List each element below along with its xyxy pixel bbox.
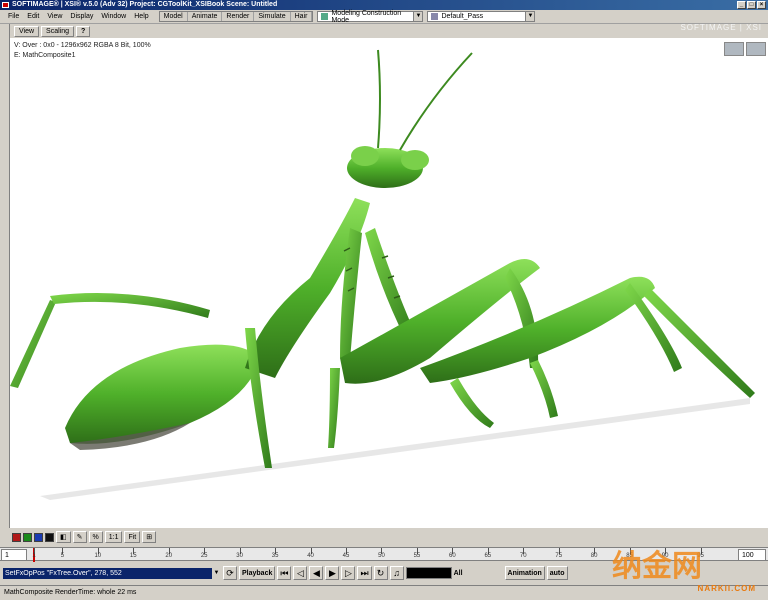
timeline-tick-label: 50 <box>378 553 385 559</box>
prev-frame-icon[interactable]: ◁ <box>293 566 308 580</box>
fit-frame-icon[interactable]: ⊞ <box>142 531 157 543</box>
watermark-url: NARKII.COM <box>697 584 756 593</box>
image-viewport[interactable]: V: Over : 0x0 - 1296x962 RGBA 8 Bit, 100… <box>10 38 768 528</box>
window-controls: _ □ × <box>737 1 766 9</box>
app-icon <box>2 2 9 8</box>
timeline-tick-label: 15 <box>129 553 137 559</box>
menu-display[interactable]: Display <box>66 13 97 20</box>
all-label[interactable]: All <box>454 570 463 577</box>
minimize-button[interactable]: _ <box>737 1 746 9</box>
timeline[interactable]: 1 1 5 10 15 20 25 30 35 40 45 50 55 60 65 70 75 80 85 90 95… <box>0 547 768 562</box>
fit-button[interactable]: Fit <box>124 531 141 543</box>
first-frame-icon[interactable]: ⏮ <box>277 566 292 580</box>
construction-mode-icon <box>321 13 329 20</box>
timeline-tick-label: 20 <box>165 553 173 559</box>
view-menu-button[interactable]: View <box>14 25 40 37</box>
timeline-tick-label: 35 <box>271 553 279 559</box>
loop-toggle-icon[interactable]: ↻ <box>373 566 388 580</box>
timeline-tick-label: 10 <box>94 553 102 559</box>
percent-icon[interactable]: % <box>88 531 103 543</box>
timeline-tick-label: 65 <box>484 553 492 559</box>
status-text: MathComposite RenderTime: whole 22 ms <box>4 589 137 596</box>
pass-dropdown[interactable]: Default_Pass ▼ <box>427 11 536 22</box>
loop-icon[interactable]: ⟳ <box>223 566 237 580</box>
last-frame-icon[interactable]: ⏭ <box>357 566 372 580</box>
menu-window[interactable]: Window <box>97 13 130 20</box>
help-button[interactable]: ? <box>76 25 91 37</box>
channel-toggle-icon[interactable]: ◧ <box>56 531 71 543</box>
praying-mantis-render <box>10 49 755 500</box>
mode-model-button[interactable]: Model <box>160 12 188 21</box>
timeline-end-field[interactable]: 100 <box>738 549 766 561</box>
ratio-button[interactable]: 1:1 <box>104 531 123 543</box>
chevron-down-icon: ▼ <box>413 12 423 21</box>
window-title: SOFTIMAGE® | XSI® v.5.0 (Adv 32) Project… <box>12 1 278 8</box>
maximize-button[interactable]: □ <box>747 1 756 9</box>
blue-channel-swatch[interactable] <box>34 532 43 542</box>
menu-view[interactable]: View <box>43 13 66 20</box>
play-forward-icon[interactable]: ▶ <box>325 566 340 580</box>
timeline-tick-label: 95 <box>697 553 704 559</box>
mode-animate-button[interactable]: Animate <box>188 12 223 21</box>
playback-bar: SetFxOpPos "FxTree.Over", 278, 552 ▼ ⟳ P… <box>0 562 768 584</box>
alpha-channel-swatch[interactable] <box>45 532 54 542</box>
close-button[interactable]: × <box>757 1 766 9</box>
timeline-tick-label: 55 <box>413 553 421 559</box>
timeline-tick-label: 45 <box>342 553 350 559</box>
scaling-menu-button[interactable]: Scaling <box>41 25 75 37</box>
construction-mode-value: Modeling Construction Mode <box>331 9 402 24</box>
menubar: File Edit View Display Window Help Model… <box>0 9 768 32</box>
timeline-tick-label: 1 <box>32 553 36 559</box>
menu-file[interactable]: File <box>4 13 23 20</box>
viewer-bottom-toolbar: ◧ ✎ % 1:1 Fit ⊞ <box>0 528 768 546</box>
menu-help[interactable]: Help <box>130 13 152 20</box>
timeline-tick-label: 90 <box>661 553 669 559</box>
timeline-tick-label: 30 <box>236 553 243 559</box>
audio-icon[interactable]: ♫ <box>389 566 404 580</box>
mode-render-button[interactable]: Render <box>222 12 255 21</box>
mode-buttons: Model Animate Render Simulate Hair <box>158 11 314 22</box>
green-channel-swatch[interactable] <box>23 532 32 542</box>
pass-icon <box>431 13 439 20</box>
window-titlebar: SOFTIMAGE® | XSI® v.5.0 (Adv 32) Project… <box>0 0 768 10</box>
timeline-tick-label: 60 <box>449 553 456 559</box>
timeline-tick-label: 85 <box>626 553 633 559</box>
status-bar: MathComposite RenderTime: whole 22 ms <box>0 585 768 600</box>
menu-edit[interactable]: Edit <box>23 13 43 20</box>
viewer-toolbar: View Scaling ? <box>10 24 768 38</box>
mode-simulate-button[interactable]: Simulate <box>254 12 291 21</box>
autokey-button[interactable]: auto <box>546 566 568 580</box>
timeline-tick-label: 40 <box>307 553 314 559</box>
timeline-tick-label: 70 <box>519 553 527 559</box>
chevron-down-icon: ▼ <box>525 12 535 21</box>
play-backward-icon[interactable]: ◀ <box>309 566 324 580</box>
timeline-tick-label: 5 <box>60 553 65 559</box>
command-line-text: SetFxOpPos "FxTree.Over", 278, 552 <box>5 569 122 577</box>
pick-icon[interactable]: ✎ <box>72 531 87 543</box>
pass-value: Default_Pass <box>441 13 484 20</box>
current-frame-field[interactable] <box>405 567 452 579</box>
chevron-down-icon: ▼ <box>212 567 221 579</box>
next-frame-icon[interactable]: ▷ <box>341 566 356 580</box>
playback-menu-button[interactable]: Playback <box>239 566 276 580</box>
mode-hair-button[interactable]: Hair <box>291 12 313 21</box>
timeline-tick-label: 80 <box>590 553 598 559</box>
timeline-tick-label: 75 <box>555 553 563 559</box>
command-line[interactable]: SetFxOpPos "FxTree.Over", 278, 552 ▼ <box>3 567 221 579</box>
animation-menu-button[interactable]: Animation <box>504 566 545 580</box>
red-channel-swatch[interactable] <box>12 532 21 542</box>
left-edge-strip <box>0 24 10 529</box>
timeline-start-field[interactable]: 1 <box>1 549 27 561</box>
timeline-tick-label: 25 <box>200 553 208 559</box>
construction-mode-dropdown[interactable]: Modeling Construction Mode ▼ <box>317 9 424 24</box>
